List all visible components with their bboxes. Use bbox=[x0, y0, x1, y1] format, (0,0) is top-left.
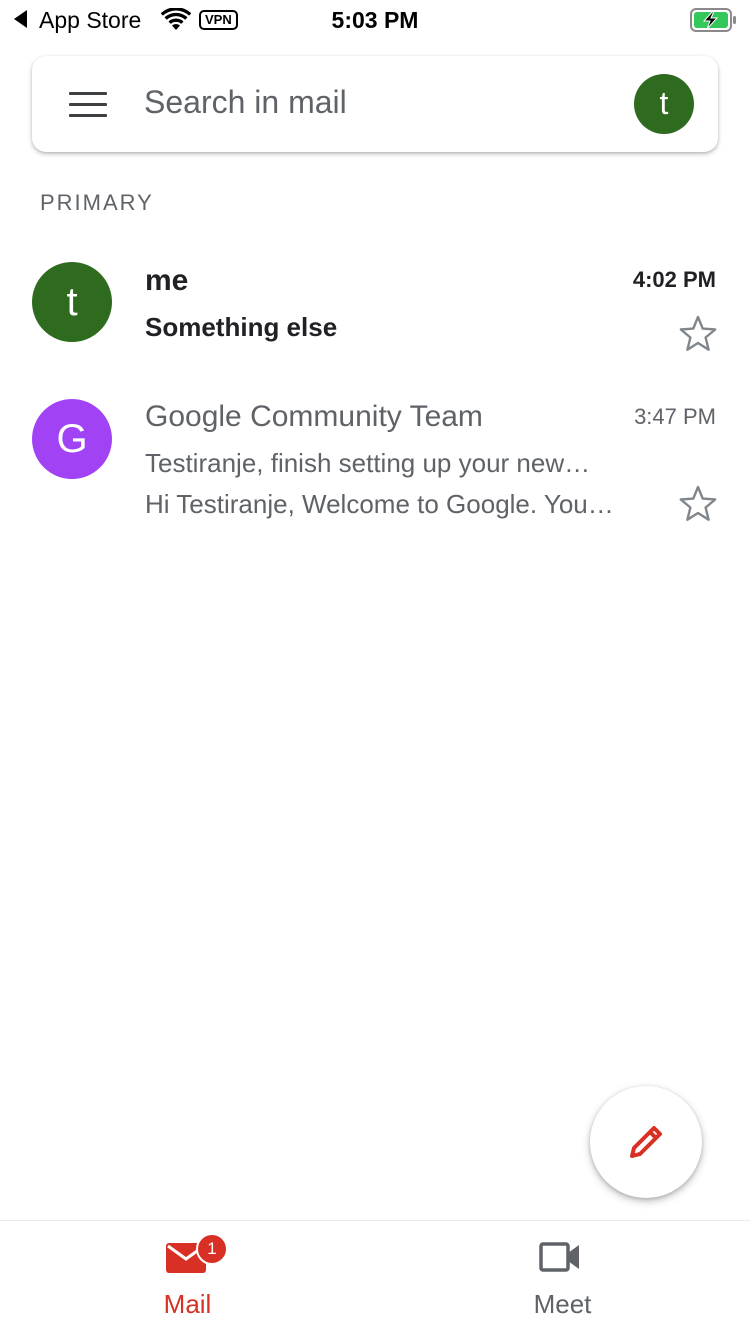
mail-list-item[interactable]: t me 4:02 PM Something else bbox=[0, 240, 750, 370]
battery-charging-icon bbox=[690, 8, 736, 32]
unread-count-badge: 1 bbox=[196, 1233, 228, 1265]
video-camera-icon bbox=[539, 1242, 579, 1272]
nav-label-mail: Mail bbox=[163, 1289, 212, 1319]
search-bar[interactable]: Search in mail t bbox=[32, 56, 718, 152]
nav-tab-meet[interactable]: Meet bbox=[375, 1221, 750, 1334]
mail-time: 4:02 PM bbox=[632, 267, 716, 292]
sender-avatar: G bbox=[32, 399, 112, 479]
mail-snippet: Hi Testiranje, Welcome to Google. You… bbox=[145, 489, 614, 519]
mail-subject: Something else bbox=[145, 312, 338, 342]
pencil-icon bbox=[630, 1126, 662, 1158]
compose-button[interactable] bbox=[590, 1086, 702, 1198]
sender-avatar: t bbox=[32, 262, 112, 342]
mail-sender: Google Community Team bbox=[145, 400, 483, 433]
mail-sender: me bbox=[145, 264, 189, 297]
mail-list-item[interactable]: G Google Community Team 3:47 PM Testiran… bbox=[0, 378, 750, 538]
mail-time: 3:47 PM bbox=[634, 404, 716, 429]
account-avatar[interactable]: t bbox=[634, 74, 694, 134]
hamburger-menu-icon[interactable] bbox=[69, 92, 107, 118]
section-label-primary: PRIMARY bbox=[40, 190, 154, 215]
nav-tab-mail[interactable]: 1 Mail bbox=[0, 1221, 375, 1334]
bottom-navigation: 1 Mail Meet bbox=[0, 1220, 750, 1334]
gmail-inbox-screen: App Store VPN 5:03 PM Search in mail t P… bbox=[0, 0, 750, 1334]
star-icon[interactable] bbox=[678, 314, 718, 354]
nav-label-meet: Meet bbox=[533, 1289, 592, 1319]
status-bar: App Store VPN 5:03 PM bbox=[0, 0, 750, 40]
mail-subject: Testiranje, finish setting up your new… bbox=[145, 448, 591, 478]
status-time: 5:03 PM bbox=[331, 7, 419, 33]
search-input[interactable]: Search in mail bbox=[144, 84, 347, 121]
star-icon[interactable] bbox=[678, 484, 718, 524]
